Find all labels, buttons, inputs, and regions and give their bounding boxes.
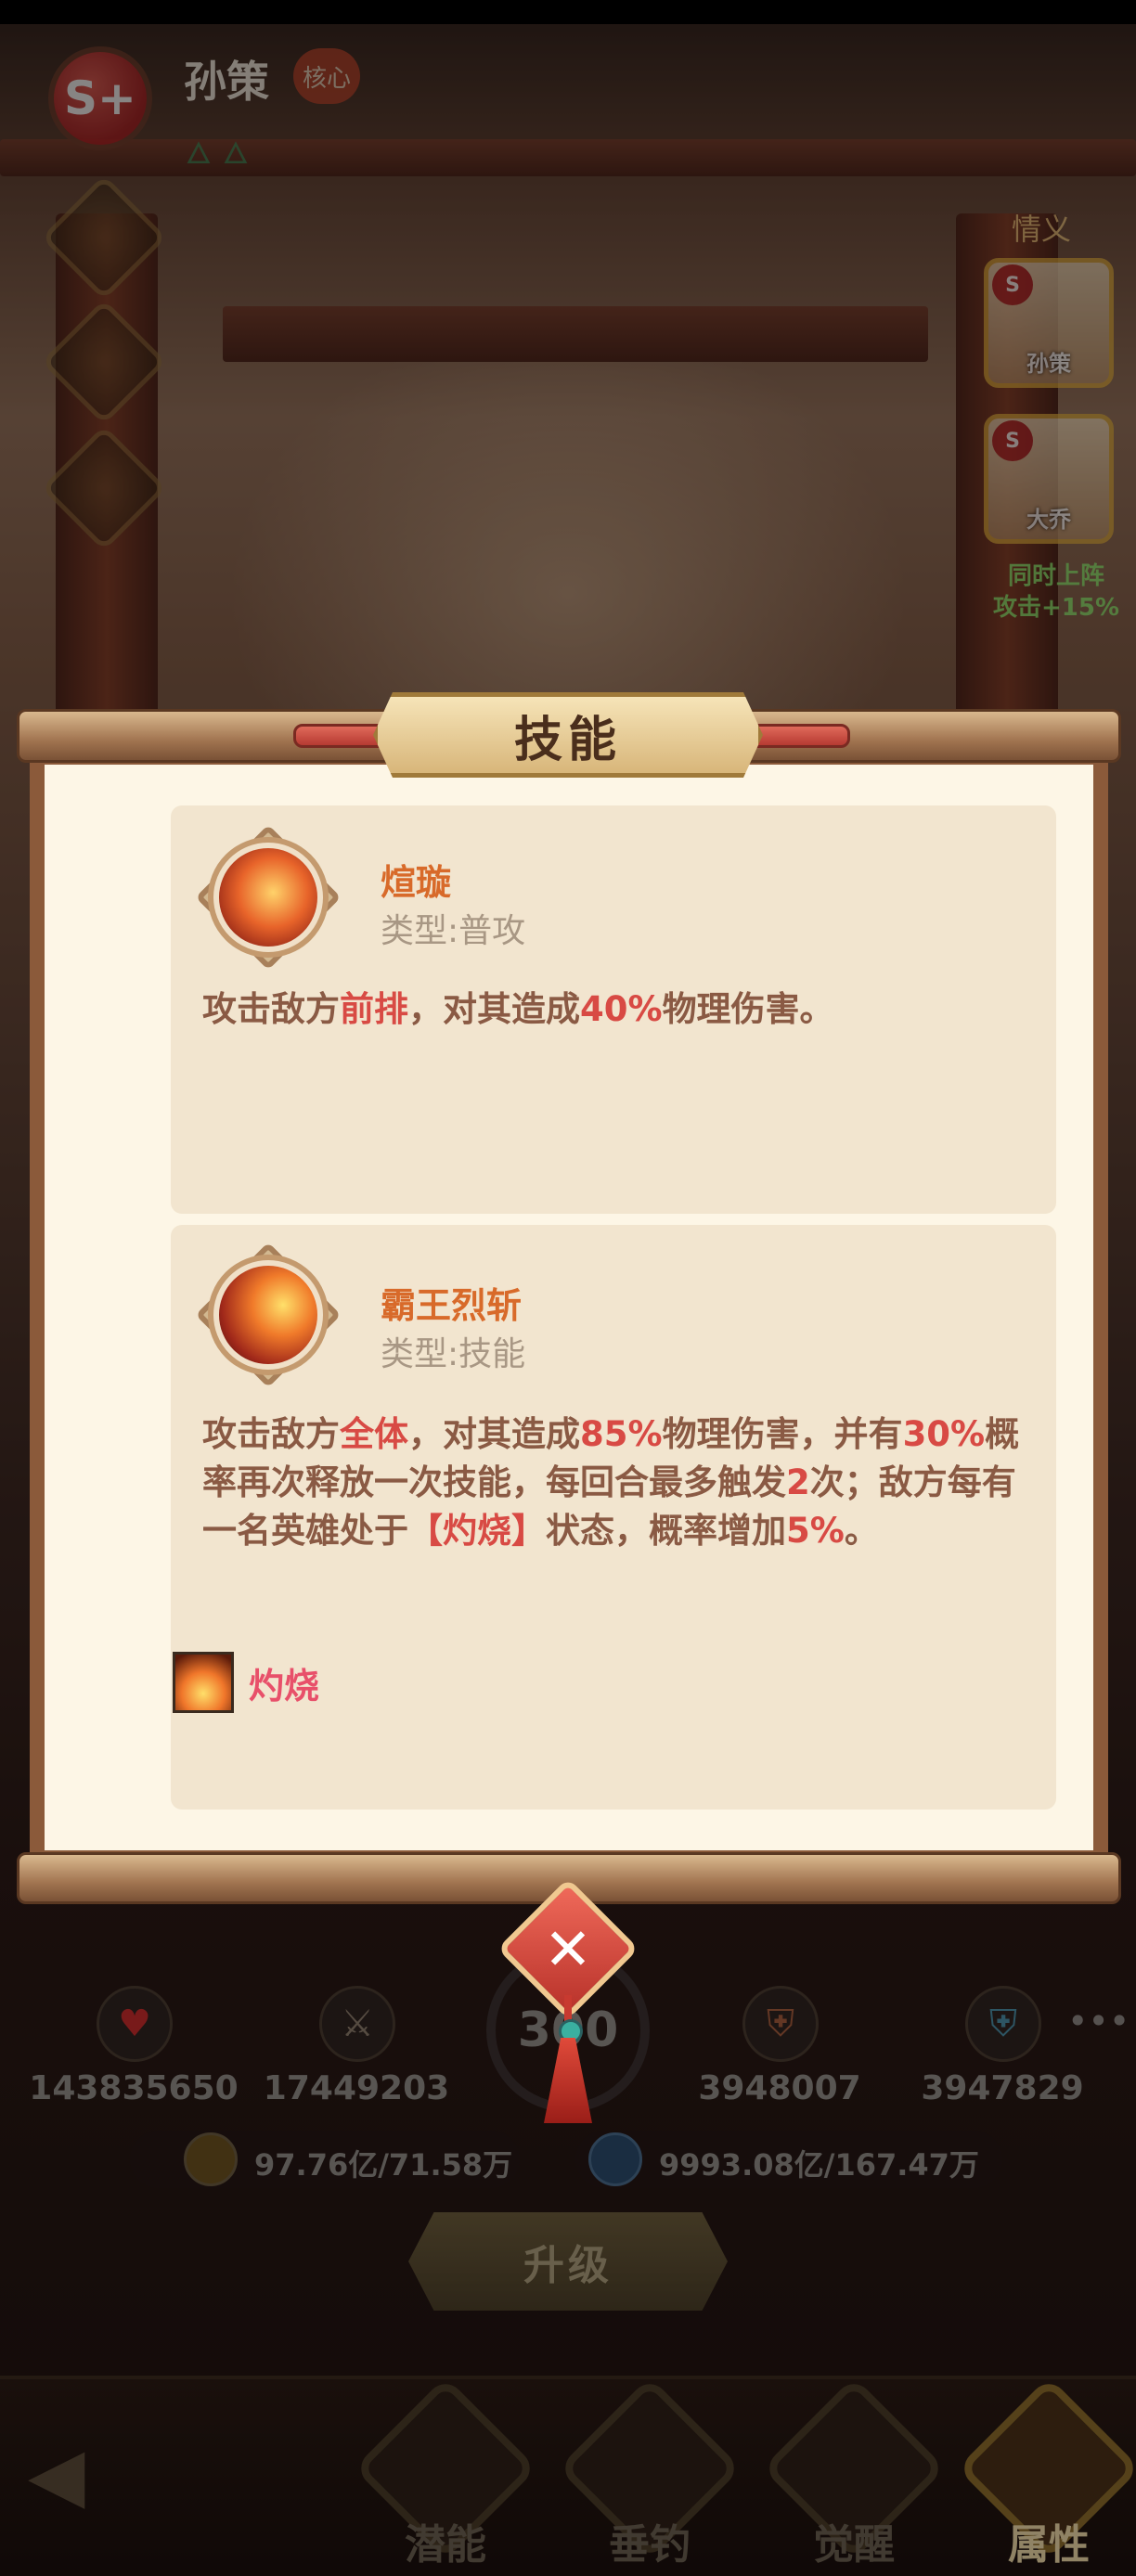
burn-status-icon[interactable] xyxy=(173,1652,234,1713)
skill-type: 类型:技能 xyxy=(381,1335,526,1373)
desc-text: 物理伤害。 xyxy=(662,989,834,1029)
skill-icon-active xyxy=(195,1242,342,1388)
desc-text: ，对其造成 xyxy=(408,1414,580,1454)
desc-highlight: 前排 xyxy=(340,989,408,1029)
desc-text: ，对其造成 xyxy=(408,989,580,1029)
skill-card-active: 霸王烈斩 类型:技能 攻击敌方全体，对其造成85%物理伤害，并有30%概率再次释… xyxy=(171,1225,1056,1810)
skill-name: 霸王烈斩 xyxy=(381,1285,523,1326)
skill-type: 类型:普攻 xyxy=(381,912,526,950)
desc-highlight: 40% xyxy=(580,989,663,1029)
fire-slash-icon xyxy=(219,1266,317,1364)
desc-highlight: 2 xyxy=(786,1462,810,1502)
desc-text: 攻击敌方 xyxy=(202,989,340,1029)
desc-highlight: 全体 xyxy=(340,1414,408,1454)
desc-highlight: 5% xyxy=(786,1511,845,1551)
desc-text: 物理伤害，并有 xyxy=(662,1414,903,1454)
skill-description: 攻击敌方前排，对其造成40%物理伤害。 xyxy=(202,985,1028,1034)
skill-card-basic: 煊璇 类型:普攻 攻击敌方前排，对其造成40%物理伤害。 xyxy=(171,805,1056,1214)
close-x-icon[interactable]: ✕ xyxy=(518,1899,618,1999)
flame-blade-icon xyxy=(219,848,317,947)
desc-highlight: 30% xyxy=(902,1414,986,1454)
modal-title: 技能 xyxy=(513,712,622,768)
title-plate: 技能 xyxy=(373,692,763,778)
burn-status-label[interactable]: 灼烧 xyxy=(249,1657,319,1708)
desc-highlight: 【灼烧】 xyxy=(408,1511,546,1551)
skill-icon-basic xyxy=(195,824,342,971)
desc-text: 攻击敌方 xyxy=(202,1414,340,1454)
desc-text: 。 xyxy=(844,1511,879,1551)
skill-description: 攻击敌方全体，对其造成85%物理伤害，并有30%概率再次释放一次技能，每回合最多… xyxy=(202,1410,1028,1555)
desc-highlight: 85% xyxy=(580,1414,663,1454)
skill-name: 煊璇 xyxy=(381,862,452,903)
desc-text: 状态，概率增加 xyxy=(546,1511,786,1551)
